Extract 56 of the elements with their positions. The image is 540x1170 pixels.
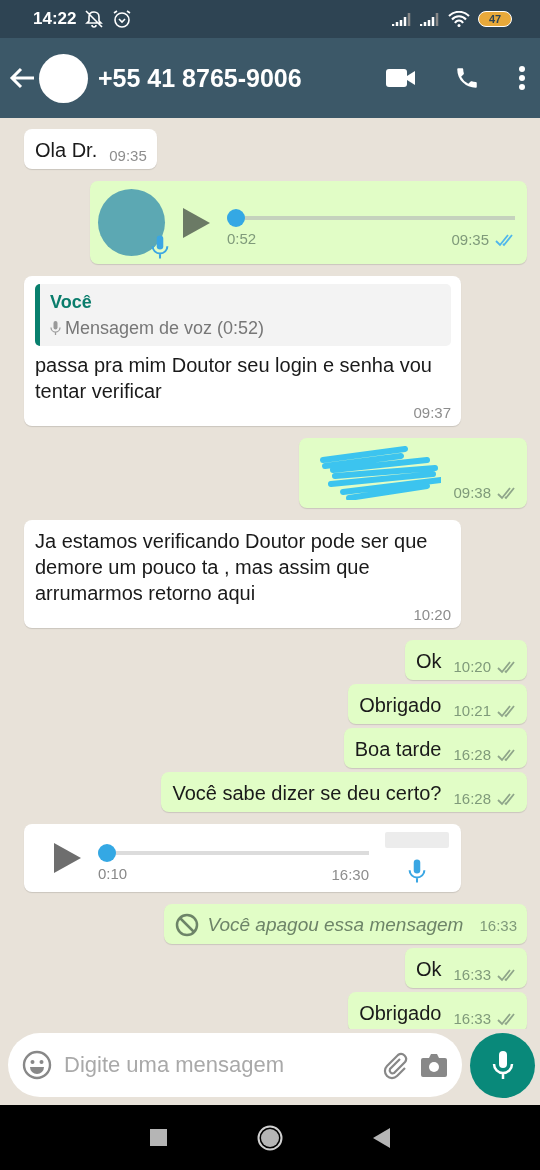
phone-icon[interactable] xyxy=(454,65,480,91)
wifi-icon xyxy=(448,11,470,27)
message-time: 16:30 xyxy=(331,866,369,884)
microphone-icon xyxy=(491,1050,514,1080)
message-time: 16:33 xyxy=(479,917,517,935)
play-icon[interactable] xyxy=(181,206,211,239)
audio-progress-thumb[interactable] xyxy=(98,844,116,862)
quote-text: Mensagem de voz (0:52) xyxy=(65,317,265,339)
message-text: Você sabe dizer se deu certo? xyxy=(172,781,442,806)
message-time: 10:21 xyxy=(453,702,491,720)
contact-name[interactable]: +55 41 8765-9006 xyxy=(98,63,386,93)
message-text: Obrigado xyxy=(359,693,442,718)
message-time: 09:35 xyxy=(451,230,489,249)
audio-progress-thumb[interactable] xyxy=(227,208,245,227)
message-time: 09:37 xyxy=(413,404,451,422)
voice-duration: 0:52 xyxy=(227,229,257,248)
message-text: Boa tarde xyxy=(354,737,442,762)
message-time: 09:35 xyxy=(109,147,147,165)
message-text: Ja estamos verificando Doutor pode ser que demore um pouco ta , mas assim que arrumarmos retorno aqui xyxy=(35,529,429,606)
microphone-icon xyxy=(408,858,426,884)
home-icon[interactable] xyxy=(257,1124,283,1151)
signal-icon xyxy=(392,11,412,27)
battery-indicator: 47 xyxy=(478,11,512,27)
voice-duration: 0:10 xyxy=(98,865,128,883)
message-time: 16:28 xyxy=(453,790,491,808)
message-time: 09:38 xyxy=(453,484,491,502)
bell-off-icon xyxy=(84,9,105,29)
message-text: passa pra mim Doutor seu login e senha vou tentar verificar xyxy=(35,353,433,404)
microphone-icon xyxy=(50,320,61,336)
menu-icon[interactable] xyxy=(518,65,526,91)
signal-icon xyxy=(420,11,440,27)
emoji-icon[interactable] xyxy=(22,1050,52,1080)
alarm-icon xyxy=(112,9,133,29)
deleted-message-text: Você apagou essa mensagem xyxy=(207,913,464,937)
message-input-field[interactable]: Digite uma mensagem xyxy=(8,1033,462,1097)
back-icon[interactable] xyxy=(373,1127,390,1148)
message-text: Ok xyxy=(415,957,442,982)
message-time: 16:28 xyxy=(453,746,491,764)
microphone-icon xyxy=(151,234,169,260)
message-text: Obrigado xyxy=(359,1001,442,1026)
contact-avatar[interactable] xyxy=(39,53,88,103)
blocked-icon xyxy=(175,913,200,937)
message-text: Ok xyxy=(415,649,442,674)
message-input[interactable]: Digite uma mensagem xyxy=(62,1051,370,1079)
message-text: Ola Dr. xyxy=(35,138,98,163)
quote-author: Você xyxy=(50,291,92,313)
back-arrow-icon[interactable] xyxy=(9,67,35,89)
message-time: 16:33 xyxy=(453,1010,491,1028)
message-time: 10:20 xyxy=(453,658,491,676)
video-call-icon[interactable] xyxy=(386,68,416,88)
camera-icon[interactable] xyxy=(420,1052,448,1078)
status-time: 14:22 xyxy=(33,9,77,29)
message-time: 10:20 xyxy=(413,606,451,624)
message-time: 16:33 xyxy=(453,966,491,984)
play-icon[interactable] xyxy=(52,842,82,874)
quoted-message[interactable]: Você Mensagem de voz (0:52) xyxy=(35,284,451,346)
